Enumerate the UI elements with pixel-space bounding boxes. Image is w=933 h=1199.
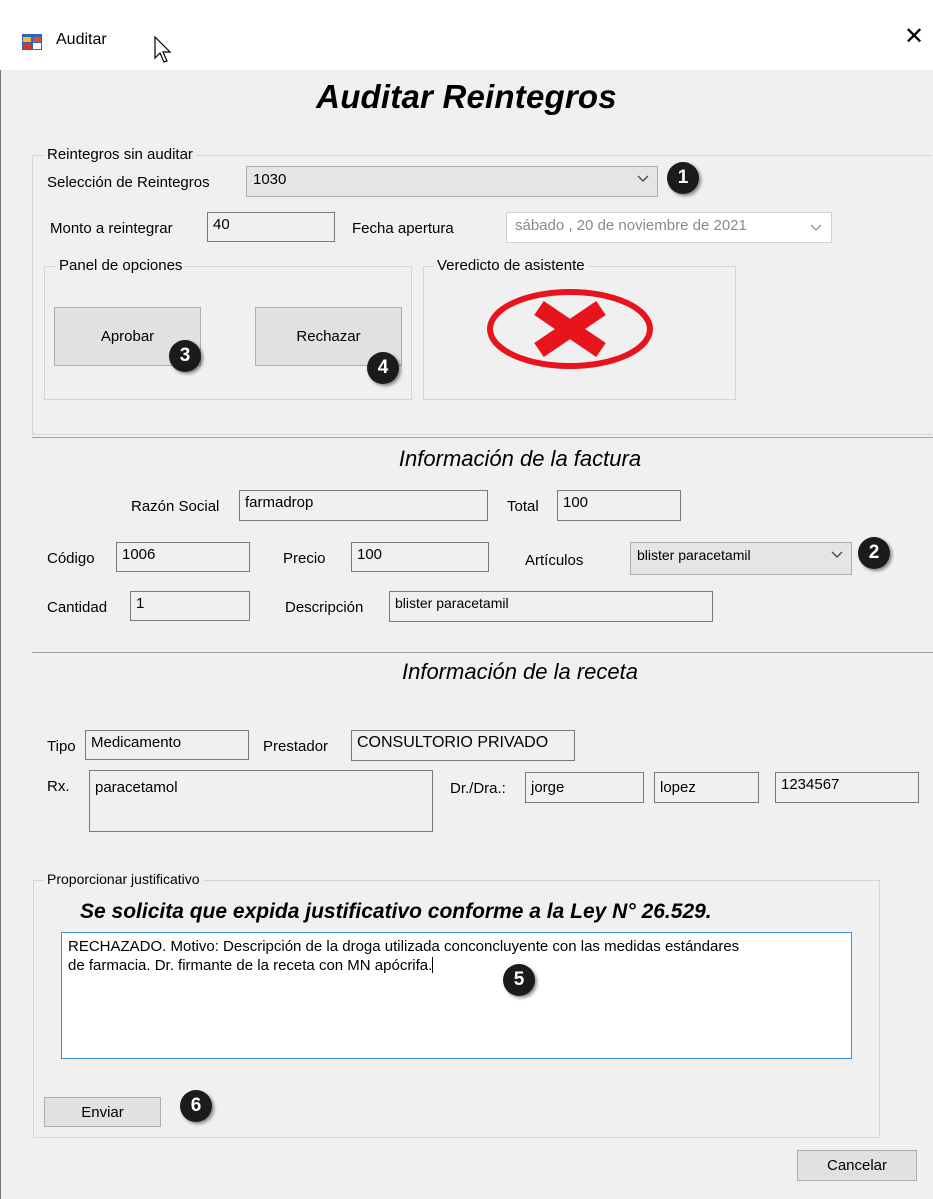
cantidad-label: Cantidad [47,599,108,616]
seleccion-reintegros-select[interactable]: 1030 [246,166,658,197]
justificativo-textarea[interactable]: RECHAZADO. Motivo: Descripción de la dro… [61,932,852,1059]
codigo-label: Código [47,550,95,567]
dr-matricula-field[interactable]: 1234567 [775,772,919,803]
monto-label: Monto a reintegrar [50,220,173,237]
cancelar-button[interactable]: Cancelar [797,1150,917,1181]
precio-label: Precio [283,550,326,567]
prestador-label: Prestador [263,738,329,755]
receta-divider [32,652,933,653]
receta-section-title: Información de la receta [401,659,639,684]
cantidad-field[interactable]: 1 [130,591,250,621]
razon-social-field[interactable]: farmadrop [239,490,488,521]
seleccion-label: Selección de Reintegros [47,174,210,191]
dr-label: Dr./Dra.: [450,780,506,797]
close-icon[interactable]: ✕ [904,24,924,48]
articulos-label: Artículos [525,552,584,569]
razon-label: Razón Social [131,498,220,515]
annotation-badge-1: 1 [667,162,699,194]
rx-field[interactable]: paracetamol [89,770,433,832]
rejected-x-icon [487,289,653,369]
app-icon [22,34,42,50]
chevron-down-icon [831,551,843,558]
annotation-badge-6: 6 [180,1090,212,1122]
annotation-badge-2: 2 [858,537,890,569]
tipo-label: Tipo [47,738,76,755]
justificativo-line-2: de farmacia. Dr. firmante de la receta c… [68,957,433,974]
annotation-badge-4: 4 [367,352,399,384]
chevron-down-icon [637,175,649,182]
enviar-button[interactable]: Enviar [44,1097,161,1127]
articulos-value: blister paracetamil [637,547,751,563]
prestador-field[interactable]: CONSULTORIO PRIVADO [351,730,575,761]
annotation-badge-5: 5 [503,964,535,996]
justificativo-group-label: Proporcionar justificativo [44,871,203,887]
total-field[interactable]: 100 [557,490,681,521]
factura-section-title: Información de la factura [398,446,642,471]
factura-divider [32,437,933,438]
text-caret [432,957,434,973]
page-title: Auditar Reintegros [316,78,617,115]
justificativo-line-1: RECHAZADO. Motivo: Descripción de la dro… [68,938,740,955]
fecha-label: Fecha apertura [352,220,454,237]
annotation-badge-3: 3 [169,340,201,372]
veredicto-panel-label: Veredicto de asistente [434,257,588,274]
total-label: Total [507,498,539,515]
window-border [0,70,1,1199]
rx-label: Rx. [47,778,70,795]
fecha-apertura-picker[interactable]: sábado , 20 de noviembre de 2021 [506,212,832,243]
chevron-down-icon [810,224,822,231]
seleccion-value: 1030 [253,171,287,188]
dr-nombre-field[interactable]: jorge [525,772,644,803]
monto-field[interactable]: 40 [207,212,335,242]
articulos-select[interactable]: blister paracetamil [630,542,852,575]
descripcion-label: Descripción [285,599,364,616]
dr-apellido-field[interactable]: lopez [654,772,759,803]
fecha-value: sábado , 20 de noviembre de 2021 [515,217,747,234]
reintegros-group-label: Reintegros sin auditar [44,146,196,163]
tipo-field[interactable]: Medicamento [85,730,249,760]
precio-field[interactable]: 100 [351,542,489,572]
title-bar: Auditar ✕ [0,0,933,70]
window-title: Auditar [56,31,107,48]
ley-notice: Se solicita que expida justificativo con… [80,900,712,923]
descripcion-field[interactable]: blister paracetamil [389,591,713,622]
codigo-field[interactable]: 1006 [116,542,250,572]
mouse-cursor-icon [154,36,172,63]
opciones-panel-label: Panel de opciones [56,257,186,274]
